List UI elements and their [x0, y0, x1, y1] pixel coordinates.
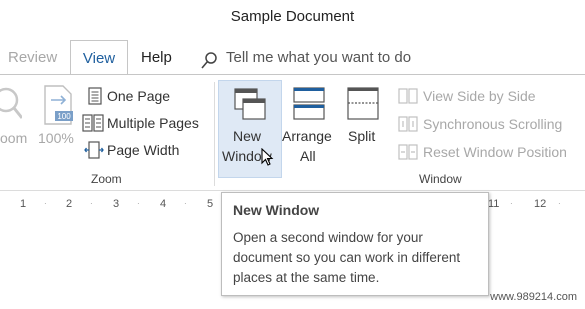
reset-window-position-button[interactable]: Reset Window Position — [398, 142, 580, 162]
window-group-label: Window — [419, 172, 462, 186]
ruler-tick: 5 — [207, 198, 214, 210]
ruler-tick: 4 — [160, 198, 167, 210]
ruler-dot: · — [137, 199, 140, 208]
window-title: Sample Document — [230, 8, 355, 25]
multiple-pages-label: Multiple Pages — [107, 115, 199, 131]
sync-scroll-icon — [398, 116, 418, 132]
synchronous-scrolling-button[interactable]: Synchronous Scrolling — [398, 114, 578, 134]
arrange-all-label-line1: Arrange — [282, 128, 332, 144]
zoom-button[interactable]: oom — [0, 84, 30, 154]
one-page-label: One Page — [107, 88, 171, 104]
tab-help[interactable]: Help — [141, 40, 172, 74]
arrange-all-icon — [293, 87, 325, 120]
ruler-tick: 11 — [488, 198, 500, 210]
zoom-group-label: Zoom — [91, 172, 122, 186]
ruler-dot: · — [44, 199, 47, 208]
arrange-all-label-line2: All — [300, 148, 316, 164]
tell-me-text: Tell me what you want to do — [226, 49, 412, 66]
multiple-pages-button[interactable]: Multiple Pages — [82, 113, 214, 133]
page-width-button[interactable]: Page Width — [84, 140, 214, 160]
tooltip-body: Open a second window for your document s… — [233, 230, 461, 285]
ruler-dot: · — [558, 199, 561, 208]
ruler-tick: 2 — [66, 198, 73, 210]
new-window-icon — [234, 88, 266, 120]
lightbulb-icon — [201, 52, 217, 69]
tooltip-title: New Window — [233, 202, 320, 218]
page-width-icon — [84, 141, 104, 159]
synchronous-scrolling-label: Synchronous Scrolling — [423, 116, 563, 132]
magnifier-icon — [0, 87, 22, 119]
new-window-label-line1: New — [233, 128, 262, 144]
new-window-tooltip: New Window Open a second window for your… — [221, 192, 489, 296]
tab-view[interactable]: View — [70, 40, 128, 76]
one-page-icon — [88, 87, 102, 105]
group-separator — [214, 82, 215, 186]
ribbon-tabs: Review View Help Tell me what you want t… — [0, 40, 585, 76]
one-page-button[interactable]: One Page — [84, 86, 214, 106]
multiple-pages-icon — [82, 114, 104, 132]
ruler-tick: 1 — [20, 198, 27, 210]
page-width-label: Page Width — [107, 142, 180, 158]
view-side-by-side-button[interactable]: View Side by Side — [398, 86, 578, 106]
reset-position-icon — [398, 144, 418, 160]
reset-window-position-label: Reset Window Position — [423, 144, 567, 160]
view-side-by-side-label: View Side by Side — [423, 88, 536, 104]
page-100-icon: 100 — [44, 85, 73, 125]
side-by-side-icon — [398, 88, 418, 104]
ruler-tick: 12 — [534, 198, 547, 210]
hundred-percent-button[interactable]: 100 100% — [36, 84, 80, 154]
split-icon — [347, 87, 379, 120]
split-label: Split — [348, 128, 376, 144]
watermark: www.989214.com — [490, 291, 577, 303]
mouse-cursor-icon — [261, 148, 274, 166]
split-button[interactable]: Split — [342, 82, 386, 174]
hundred-badge: 100 — [57, 112, 71, 121]
hundred-percent-label: 100% — [38, 130, 74, 146]
ruler-tick: 3 — [113, 198, 120, 210]
tab-review[interactable]: Review — [8, 40, 57, 74]
ribbon-bottom-border — [0, 190, 585, 191]
ruler-dot: · — [184, 199, 187, 208]
tell-me-box[interactable]: Tell me what you want to do — [200, 40, 411, 74]
zoom-button-label: oom — [0, 130, 28, 146]
ruler-dot: · — [90, 199, 93, 208]
arrange-all-button[interactable]: Arrange All — [282, 82, 338, 174]
ruler-dot: · — [510, 199, 513, 208]
